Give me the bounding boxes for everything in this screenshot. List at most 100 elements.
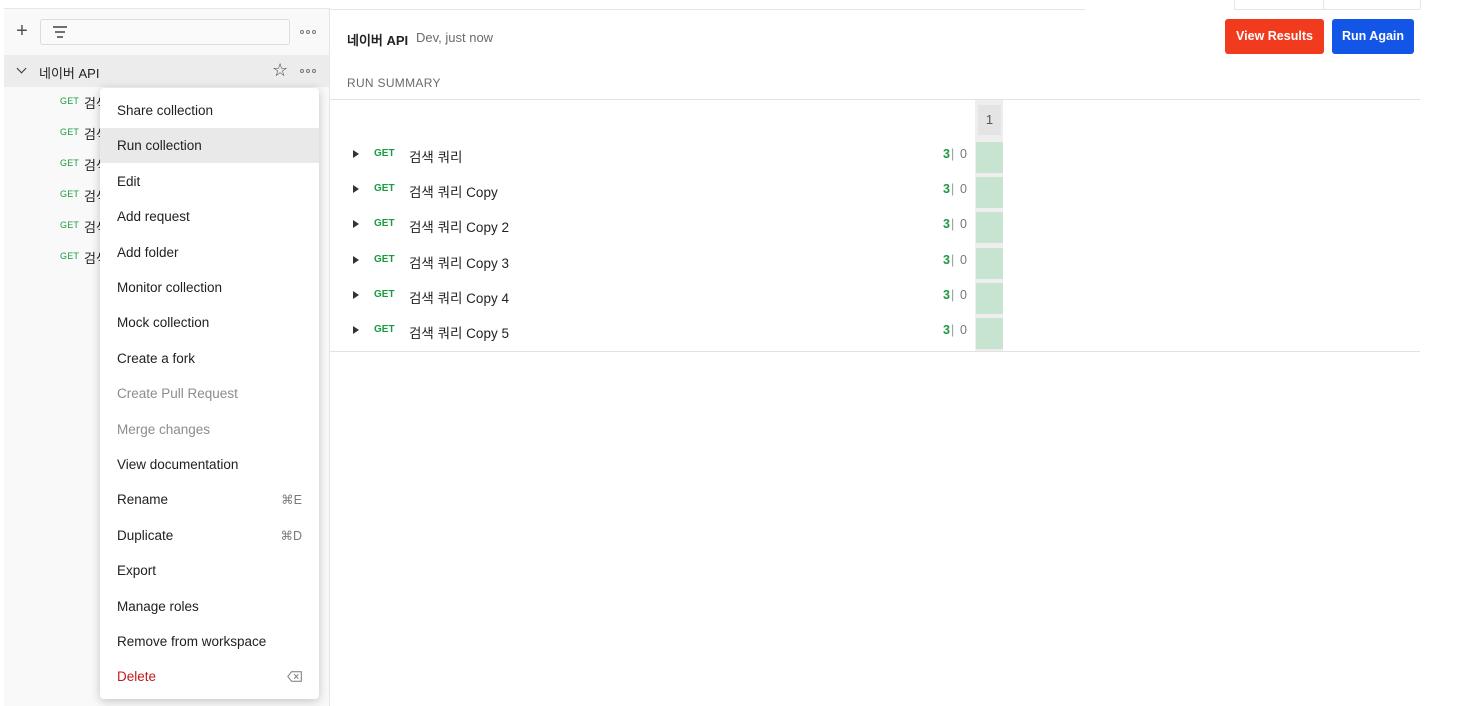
request-name: 검색 쿼리 Copy 3 [409,256,509,271]
collection-name: 네이버 API [39,66,100,81]
shortcut-label: ⌘D [280,529,302,543]
request-item[interactable]: GET 검색 [4,242,104,272]
filter-input[interactable] [40,19,290,45]
menu-item-label: Rename [117,492,169,507]
request-method: GET [60,251,80,261]
request-name: 검색 [84,96,100,111]
divider [1323,0,1324,9]
menu-item-label: Remove from workspace [117,634,267,649]
caret-right-icon[interactable] [353,150,359,158]
menu-item-create-fork[interactable]: Create a fork [100,341,319,376]
menu-item-label: Delete [117,669,157,684]
sidebar-toolbar: + [4,9,329,55]
menu-item-label: Merge changes [117,422,211,437]
star-icon[interactable]: ☆ [272,59,288,81]
run-title: 네이버 API [347,33,409,48]
request-method: GET [374,289,395,300]
menu-item-share-collection[interactable]: Share collection [100,93,319,128]
menu-item-label: Mock collection [117,315,210,330]
request-item[interactable]: GET 검색 [4,211,104,241]
passed-count: 3 [943,182,950,196]
iteration-pass-cell[interactable] [976,177,1003,208]
menu-item-view-documentation[interactable]: View documentation [100,447,319,482]
request-item[interactable]: GET 검색 [4,118,104,148]
caret-right-icon[interactable] [353,185,359,193]
menu-item-duplicate[interactable]: Duplicate ⌘D [100,518,319,553]
iteration-pass-cell[interactable] [976,318,1003,349]
count-separator: | [951,217,955,231]
passed-count: 3 [943,147,950,161]
caret-right-icon[interactable] [353,256,359,264]
divider [330,9,1085,10]
menu-item-run-collection[interactable]: Run collection [100,128,319,163]
request-item[interactable]: GET 검색 [4,87,104,117]
menu-item-add-folder[interactable]: Add folder [100,235,319,270]
menu-item-mock-collection[interactable]: Mock collection [100,305,319,340]
passed-count: 3 [943,288,950,302]
request-name: 검색 [84,127,100,142]
caret-right-icon[interactable] [353,291,359,299]
backspace-icon [287,671,302,682]
divider [330,99,1420,100]
collection-row[interactable]: 네이버 API ☆ [4,55,329,87]
iteration-pass-cell[interactable] [976,283,1003,314]
summary-row[interactable]: GET 검색 쿼리 Copy 3 | 0 [330,175,1020,210]
request-name: 검색 [84,220,100,235]
more-icon[interactable] [300,27,318,37]
request-method: GET [374,324,395,335]
menu-item-label: Export [117,563,157,578]
shortcut-label: ⌘E [281,493,302,507]
summary-row[interactable]: GET 검색 쿼리 Copy 2 3 | 0 [330,210,1020,245]
menu-item-remove-from-workspace[interactable]: Remove from workspace [100,624,319,659]
count-separator: | [951,323,955,337]
iteration-pass-cell[interactable] [976,248,1003,279]
count-separator: | [951,288,955,302]
caret-right-icon[interactable] [353,326,359,334]
caret-right-icon[interactable] [353,220,359,228]
menu-item-label: Create Pull Request [117,386,238,401]
request-method: GET [374,218,395,229]
summary-row[interactable]: GET 검색 쿼리 3 | 0 [330,140,1020,175]
iteration-header[interactable]: 1 [978,105,1001,135]
summary-row[interactable]: GET 검색 쿼리 Copy 4 3 | 0 [330,281,1020,316]
menu-item-export[interactable]: Export [100,553,319,588]
menu-item-edit[interactable]: Edit [100,164,319,199]
divider [1420,0,1421,9]
menu-item-label: Add folder [117,245,179,260]
request-item[interactable]: GET 검색 [4,180,104,210]
menu-item-label: Monitor collection [117,280,223,295]
count-separator: | [951,147,955,161]
summary-row[interactable]: GET 검색 쿼리 Copy 5 3 | 0 [330,316,1020,351]
menu-item-label: Create a fork [117,351,196,366]
request-name: 검색 쿼리 [409,150,463,165]
iteration-pass-cell[interactable] [976,212,1003,243]
menu-item-label: View documentation [117,457,239,472]
menu-item-monitor-collection[interactable]: Monitor collection [100,270,319,305]
iteration-pass-cell[interactable] [976,142,1003,173]
menu-item-label: Add request [117,209,190,224]
view-results-button[interactable]: View Results [1225,19,1324,54]
collection-more-icon[interactable] [300,66,318,76]
menu-item-add-request[interactable]: Add request [100,199,319,234]
request-name: 검색 쿼리 Copy [409,185,498,200]
request-method: GET [60,220,80,230]
run-again-button[interactable]: Run Again [1332,19,1414,54]
menu-item-manage-roles[interactable]: Manage roles [100,589,319,624]
menu-item-delete[interactable]: Delete [100,659,319,694]
summary-row[interactable]: GET 검색 쿼리 Copy 3 3 | 0 [330,246,1020,281]
passed-count: 3 [943,323,950,337]
passed-count: 3 [943,253,950,267]
menu-item-create-pull-request: Create Pull Request [100,376,319,411]
menu-item-label: Edit [117,174,141,189]
divider [1234,0,1235,9]
chevron-down-icon[interactable] [16,65,26,75]
request-method: GET [374,254,395,265]
plus-icon[interactable]: + [12,21,32,41]
failed-count: 0 [960,147,967,161]
request-item[interactable]: GET 검색 [4,149,104,179]
menu-item-rename[interactable]: Rename ⌘E [100,482,319,517]
run-summary-heading: RUN SUMMARY [347,76,441,90]
divider [1234,9,1420,10]
collection-context-menu: Share collection Run collection Edit Add… [100,88,319,699]
request-method: GET [60,96,80,106]
